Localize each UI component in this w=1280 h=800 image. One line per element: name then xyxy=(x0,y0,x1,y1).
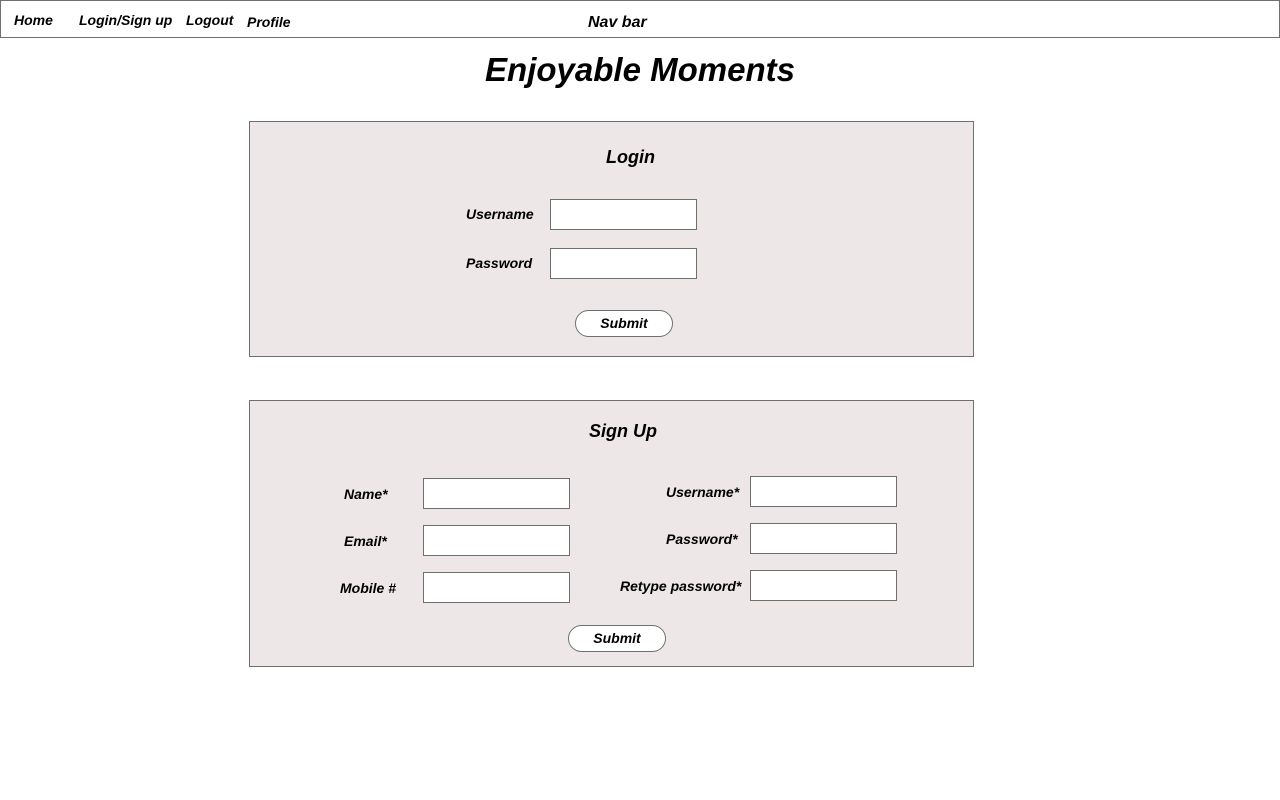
login-password-label: Password xyxy=(466,255,533,271)
signup-title: Sign Up xyxy=(589,421,657,441)
nav-item-profile[interactable]: Profile xyxy=(247,14,291,31)
signup-retype-password-input[interactable] xyxy=(750,570,897,601)
signup-mobile-label: Mobile # xyxy=(340,580,397,596)
nav-item-home[interactable]: Home xyxy=(14,12,53,29)
signup-name-input[interactable] xyxy=(423,478,570,509)
signup-username-input[interactable] xyxy=(750,476,897,507)
signup-retype-password-label: Retype password* xyxy=(620,578,742,594)
nav-item-login-signup[interactable]: Login/Sign up xyxy=(79,12,172,29)
page-title: Enjoyable Moments xyxy=(485,51,795,88)
nav-item-logout[interactable]: Logout xyxy=(186,12,233,29)
signup-username-label: Username* xyxy=(666,484,740,500)
nav-bar: Home Login/Sign up Logout Profile Nav ba… xyxy=(0,0,1280,38)
login-title: Login xyxy=(606,147,655,167)
signup-password-input[interactable] xyxy=(750,523,897,554)
nav-bar-label: Nav bar xyxy=(588,14,647,31)
signup-name-label: Name* xyxy=(344,486,388,502)
login-submit-button[interactable]: Submit xyxy=(575,310,673,337)
signup-email-input[interactable] xyxy=(423,525,570,556)
signup-password-label: Password* xyxy=(666,531,738,547)
login-username-input[interactable] xyxy=(550,199,697,230)
signup-submit-button[interactable]: Submit xyxy=(568,625,666,652)
signup-panel: Sign Up Name* Email* Mobile # Username* … xyxy=(249,400,974,667)
login-password-input[interactable] xyxy=(550,248,697,279)
signup-email-label: Email* xyxy=(344,533,387,549)
login-panel: Login Username Password Submit xyxy=(249,121,974,357)
login-username-label: Username xyxy=(466,206,534,222)
signup-mobile-input[interactable] xyxy=(423,572,570,603)
